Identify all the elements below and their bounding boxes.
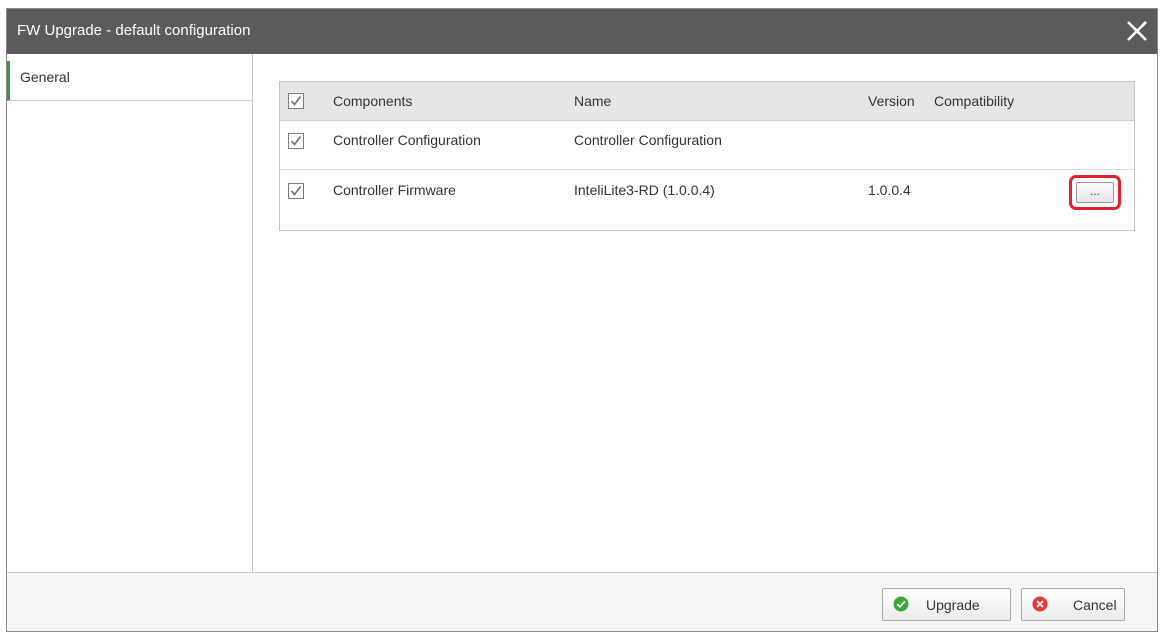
fw-upgrade-dialog: FW Upgrade - default configuration Gener…	[6, 8, 1158, 632]
components-table: Components Name Version Compatibility Co…	[279, 81, 1135, 231]
column-header-components[interactable]: Components	[333, 93, 412, 109]
column-header-name[interactable]: Name	[574, 93, 611, 109]
cancel-button[interactable]: Cancel	[1021, 588, 1125, 621]
sidebar: General	[7, 54, 253, 575]
ok-circle-icon	[893, 596, 909, 612]
component-cell: Controller Firmware	[333, 182, 456, 198]
column-header-version[interactable]: Version	[868, 93, 915, 109]
name-cell: Controller Configuration	[574, 132, 722, 148]
component-cell: Controller Configuration	[333, 132, 481, 148]
dialog-title: FW Upgrade - default configuration	[17, 22, 251, 39]
main-content: Components Name Version Compatibility Co…	[253, 54, 1157, 575]
cancel-circle-icon	[1032, 596, 1048, 612]
browse-firmware-button[interactable]: ...	[1076, 182, 1114, 203]
table-header: Components Name Version Compatibility	[280, 82, 1134, 121]
more-button-highlight: ...	[1069, 175, 1121, 210]
version-cell: 1.0.0.4	[868, 182, 911, 198]
close-icon	[1127, 21, 1147, 41]
cancel-label: Cancel	[1073, 597, 1117, 613]
column-header-compatibility[interactable]: Compatibility	[934, 93, 1014, 109]
name-cell: InteliLite3-RD (1.0.0.4)	[574, 182, 715, 198]
checkmark-icon	[290, 136, 302, 146]
upgrade-button[interactable]: Upgrade	[882, 588, 1011, 621]
table-row[interactable]: Controller Firmware InteliLite3-RD (1.0.…	[280, 170, 1134, 219]
tab-general[interactable]: General	[7, 61, 252, 101]
title-bar: FW Upgrade - default configuration	[7, 9, 1157, 54]
row-checkbox[interactable]	[288, 183, 304, 199]
checkmark-icon	[290, 186, 302, 196]
select-all-checkbox[interactable]	[288, 93, 304, 109]
upgrade-label: Upgrade	[926, 597, 980, 613]
close-button[interactable]	[1121, 15, 1153, 47]
table-row[interactable]: Controller Configuration Controller Conf…	[280, 120, 1134, 170]
dialog-footer: Upgrade Cancel	[7, 572, 1157, 631]
checkmark-icon	[290, 96, 302, 106]
row-checkbox[interactable]	[288, 133, 304, 149]
